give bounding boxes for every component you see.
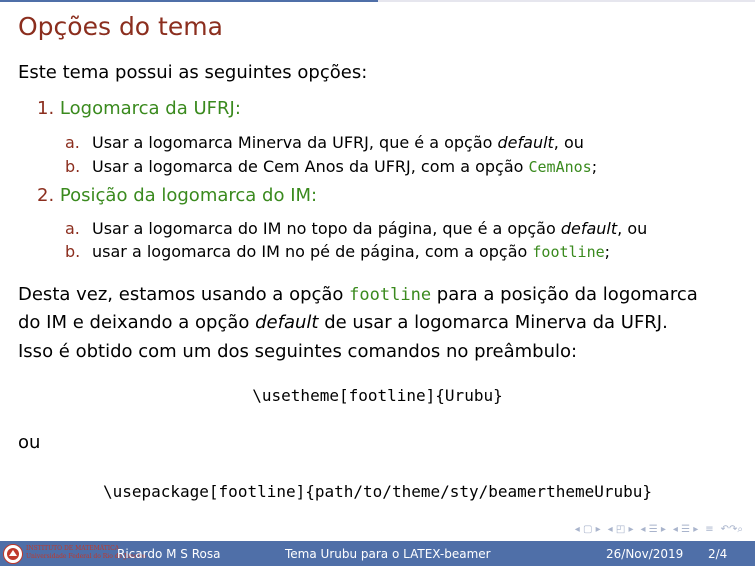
code-usepackage: \usepackage[footline]{path/to/theme/sty/… bbox=[102, 482, 653, 501]
sub-item-letter: b. bbox=[65, 157, 81, 176]
navigation-symbols: ◂ ▢ ▸ ◂ ◰ ▸ ◂ ☰ ▸ ◂ ☰ ▸ ≡ ↶↷⌕ bbox=[575, 522, 743, 536]
footer-author: Ricardo M S Rosa bbox=[117, 547, 221, 561]
paragraph-line-3: Isso é obtido com um dos seguintes coman… bbox=[18, 341, 578, 362]
footer-title-suffix: -beamer bbox=[439, 547, 491, 561]
nav-section-icon[interactable]: ◂ ☰ ▸ bbox=[641, 524, 666, 535]
nav-subsection-icon[interactable]: ◂ ☰ ▸ bbox=[673, 524, 698, 535]
footer-title: Tema Urubu para o LATEX-beamer bbox=[285, 547, 491, 561]
code-usetheme: \usetheme[footline]{Urubu} bbox=[252, 386, 503, 405]
sub-item-text: usar a logomarca do IM no pé de página, … bbox=[92, 242, 533, 261]
footer-date: 26/Nov/2019 bbox=[606, 547, 684, 561]
paragraph-emphasis: default bbox=[255, 312, 319, 333]
sub-item-text-end: ; bbox=[604, 242, 611, 261]
list-item-1: 1. Logomarca da UFRJ: bbox=[37, 98, 241, 119]
nav-prev-frame-icon[interactable]: ◂ ▢ ▸ bbox=[575, 524, 601, 535]
sub-item-code: footline bbox=[532, 243, 605, 261]
paragraph-text-end: para a posição da logomarca bbox=[431, 284, 698, 305]
sub-item-1a: a. Usar a logomarca Minerva da UFRJ, que … bbox=[65, 133, 584, 152]
sub-item-emphasis: default bbox=[560, 219, 618, 238]
sub-item-text-end: ; bbox=[591, 157, 598, 176]
or-text: ou bbox=[18, 432, 41, 453]
paragraph-text-end: de usar a logomarca Minerva da UFRJ. bbox=[318, 312, 668, 333]
item-label: Logomarca da UFRJ: bbox=[59, 98, 241, 119]
sub-item-letter: a. bbox=[65, 133, 80, 152]
frame-title: Opções do tema bbox=[18, 12, 223, 41]
sub-item-emphasis: default bbox=[497, 133, 554, 152]
nav-align-icon[interactable]: ≡ bbox=[705, 524, 713, 535]
footer-title-latex: LATEX bbox=[403, 547, 440, 561]
nav-prev-subsection-icon[interactable]: ◂ ◰ ▸ bbox=[608, 524, 634, 535]
sub-item-text: Usar a logomarca de Cem Anos da UFRJ, co… bbox=[92, 157, 529, 176]
item-label: Posição da logomarca do IM: bbox=[59, 185, 318, 206]
sub-item-1b: b. Usar a logomarca de Cem Anos da UFRJ, … bbox=[65, 157, 597, 176]
paragraph-text: Desta vez, estamos usando a opção bbox=[18, 284, 350, 305]
sub-item-text: Usar a logomarca do IM no topo da página… bbox=[92, 219, 561, 238]
item-number: 1. bbox=[37, 98, 55, 119]
sub-item-code: CemAnos bbox=[528, 158, 592, 176]
sub-item-text: Usar a logomarca Minerva da UFRJ, que é … bbox=[92, 133, 498, 152]
list-item-2: 2. Posição da logomarca do IM: bbox=[37, 185, 317, 206]
item-number: 2. bbox=[37, 185, 55, 206]
nav-search-icon[interactable]: ↶↷⌕ bbox=[721, 524, 743, 535]
paragraph-line-2: do IM e deixando a opção default de usar… bbox=[18, 310, 668, 336]
paragraph-code: footline bbox=[349, 285, 432, 305]
logo-icon bbox=[3, 544, 23, 564]
sub-item-letter: a. bbox=[65, 219, 80, 238]
top-progress-accent bbox=[0, 0, 378, 2]
footer-title-text: Tema Urubu para o bbox=[285, 547, 404, 561]
footer-bar: INSTITUTO DE MATEMÁTICA Universidade Fed… bbox=[0, 541, 755, 566]
sub-item-letter: b. bbox=[65, 242, 81, 261]
paragraph-text: do IM e deixando a opção bbox=[18, 312, 256, 333]
sub-item-2b: b. usar a logomarca do IM no pé de página… bbox=[65, 242, 610, 261]
sub-item-text-end: , ou bbox=[617, 219, 648, 238]
paragraph-line-1: Desta vez, estamos usando a opção footli… bbox=[18, 282, 698, 308]
footer-page-number: 2/4 bbox=[708, 547, 728, 561]
sub-item-text-end: , ou bbox=[553, 133, 584, 152]
sub-item-2a: a. Usar a logomarca do IM no topo da pági… bbox=[65, 219, 647, 238]
intro-text: Este tema possui as seguintes opções: bbox=[18, 62, 368, 83]
